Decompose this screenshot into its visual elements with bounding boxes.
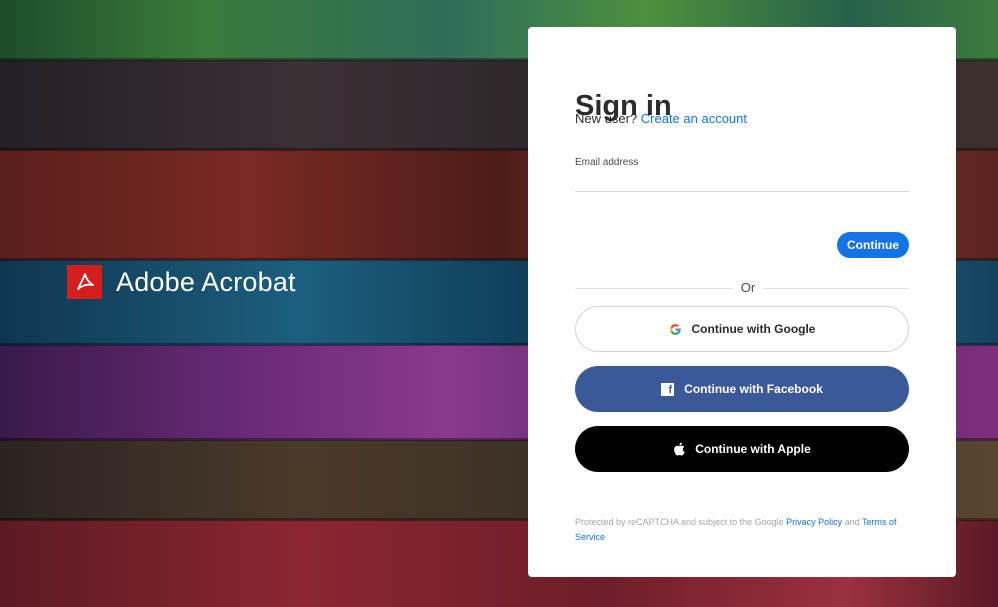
- new-user-text: New user?: [575, 111, 638, 126]
- apple-icon: [673, 442, 685, 456]
- legal-prefix: Protected by reCAPTCHA and subject to th…: [575, 517, 784, 527]
- new-user-row: New user? Create an account: [575, 111, 747, 126]
- google-button-label: Continue with Google: [691, 322, 816, 336]
- create-account-link[interactable]: Create an account: [641, 111, 747, 126]
- legal-text: Protected by reCAPTCHA and subject to th…: [575, 515, 909, 545]
- facebook-icon: f: [661, 382, 675, 396]
- facebook-button-label: Continue with Facebook: [684, 382, 823, 396]
- continue-with-facebook-button[interactable]: f Continue with Facebook: [575, 366, 909, 412]
- brand-name: Adobe Acrobat: [116, 266, 296, 297]
- continue-with-apple-button[interactable]: Continue with Apple: [575, 426, 909, 472]
- brand: Adobe Acrobat: [67, 265, 296, 299]
- email-field[interactable]: [575, 171, 909, 192]
- signin-card: Sign in New user? Create an account Emai…: [528, 27, 956, 577]
- email-label: Email address: [575, 157, 639, 168]
- legal-and: and: [844, 517, 860, 527]
- or-separator: Or: [733, 280, 763, 295]
- privacy-policy-link[interactable]: Privacy Policy: [786, 517, 842, 527]
- adobe-acrobat-logo-icon: [67, 265, 102, 299]
- google-icon: [669, 323, 682, 336]
- continue-button[interactable]: Continue: [837, 232, 909, 258]
- apple-button-label: Continue with Apple: [695, 442, 811, 456]
- continue-with-google-button[interactable]: Continue with Google: [575, 306, 909, 352]
